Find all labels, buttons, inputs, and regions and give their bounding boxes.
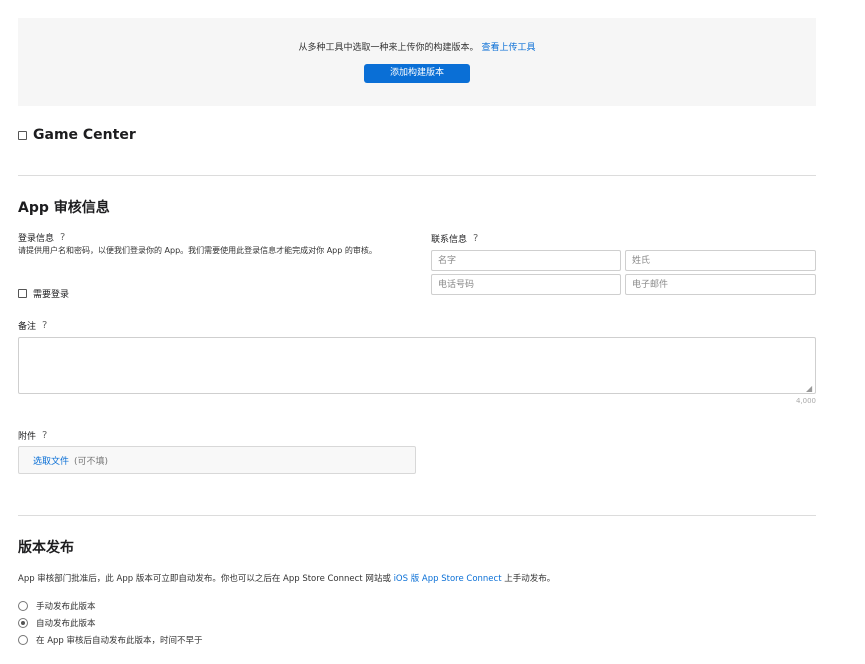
release-option-radio[interactable] <box>18 601 28 611</box>
login-info-label: 登录信息 <box>18 234 55 244</box>
divider <box>18 515 816 516</box>
build-upload-panel: 从多种工具中选取一种来上传你的构建版本。 查看上传工具 添加构建版本 <box>18 18 816 106</box>
review-section-title: App 审核信息 <box>18 200 110 216</box>
contact-info-help-icon[interactable]: ? <box>473 233 478 244</box>
contact-info-label: 联系信息 <box>431 235 468 245</box>
login-info-help-icon[interactable]: ? <box>60 232 65 243</box>
attachment-label: 附件 <box>18 432 37 442</box>
choose-file-link[interactable]: 选取文件 <box>33 454 69 467</box>
notes-char-counter: 4,000 <box>795 397 816 405</box>
require-login-row: 需要登录 <box>18 287 69 300</box>
attachment-help-icon[interactable]: ? <box>42 430 47 441</box>
release-option-label: 在 App 审核后自动发布此版本，时间不早于 <box>36 636 203 646</box>
view-upload-tools-link[interactable]: 查看上传工具 <box>481 43 535 53</box>
email-input[interactable] <box>625 274 816 295</box>
notes-textarea[interactable] <box>18 337 816 394</box>
build-upload-text: 从多种工具中选取一种来上传你的构建版本。 查看上传工具 <box>18 40 816 53</box>
release-option-label: 手动发布此版本 <box>36 602 96 612</box>
release-option-scheduled[interactable]: 在 App 审核后自动发布此版本，时间不早于 <box>18 634 203 646</box>
release-option-manual[interactable]: 手动发布此版本 <box>18 600 96 612</box>
resize-grip-icon[interactable]: ◢ <box>806 384 812 393</box>
release-section-title: 版本发布 <box>18 540 74 556</box>
last-name-input[interactable] <box>625 250 816 271</box>
release-option-automatic[interactable]: 自动发布此版本 <box>18 617 96 629</box>
ios-app-store-connect-link[interactable]: iOS 版 App Store Connect <box>394 574 502 584</box>
require-login-checkbox[interactable] <box>18 289 27 298</box>
add-build-button[interactable]: 添加构建版本 <box>364 64 470 83</box>
contact-info-label-row: 联系信息 ? <box>431 232 478 245</box>
game-center-title: Game Center <box>33 127 136 143</box>
release-description-text: App 审核部门批准后，此 App 版本可立即自动发布。你也可以之后在 App … <box>18 574 391 584</box>
game-center-row: Game Center <box>18 127 136 143</box>
require-login-label: 需要登录 <box>33 290 70 300</box>
release-option-radio[interactable] <box>18 635 28 645</box>
build-upload-message: 从多种工具中选取一种来上传你的构建版本。 <box>298 43 479 53</box>
release-description: App 审核部门批准后，此 App 版本可立即自动发布。你也可以之后在 App … <box>18 572 555 584</box>
notes-label: 备注 <box>18 322 37 332</box>
divider <box>18 175 816 176</box>
attachment-label-row: 附件 ? <box>18 429 47 442</box>
notes-help-icon[interactable]: ? <box>42 320 47 331</box>
release-option-label: 自动发布此版本 <box>36 619 96 629</box>
phone-input[interactable] <box>431 274 621 295</box>
game-center-checkbox[interactable] <box>18 130 27 140</box>
release-option-radio[interactable] <box>18 618 28 628</box>
login-info-description: 请提供用户名和密码，以便我们登录你的 App。我们需要使用此登录信息才能完成对你… <box>18 246 377 255</box>
first-name-input[interactable] <box>431 250 621 271</box>
attachment-optional-hint: (可不填) <box>74 456 109 467</box>
attachment-dropzone[interactable]: 选取文件 (可不填) <box>18 446 416 474</box>
notes-label-row: 备注 ? <box>18 319 47 332</box>
login-info-label-row: 登录信息 ? <box>18 231 65 244</box>
release-description-tail: 上手动发布。 <box>504 574 556 584</box>
